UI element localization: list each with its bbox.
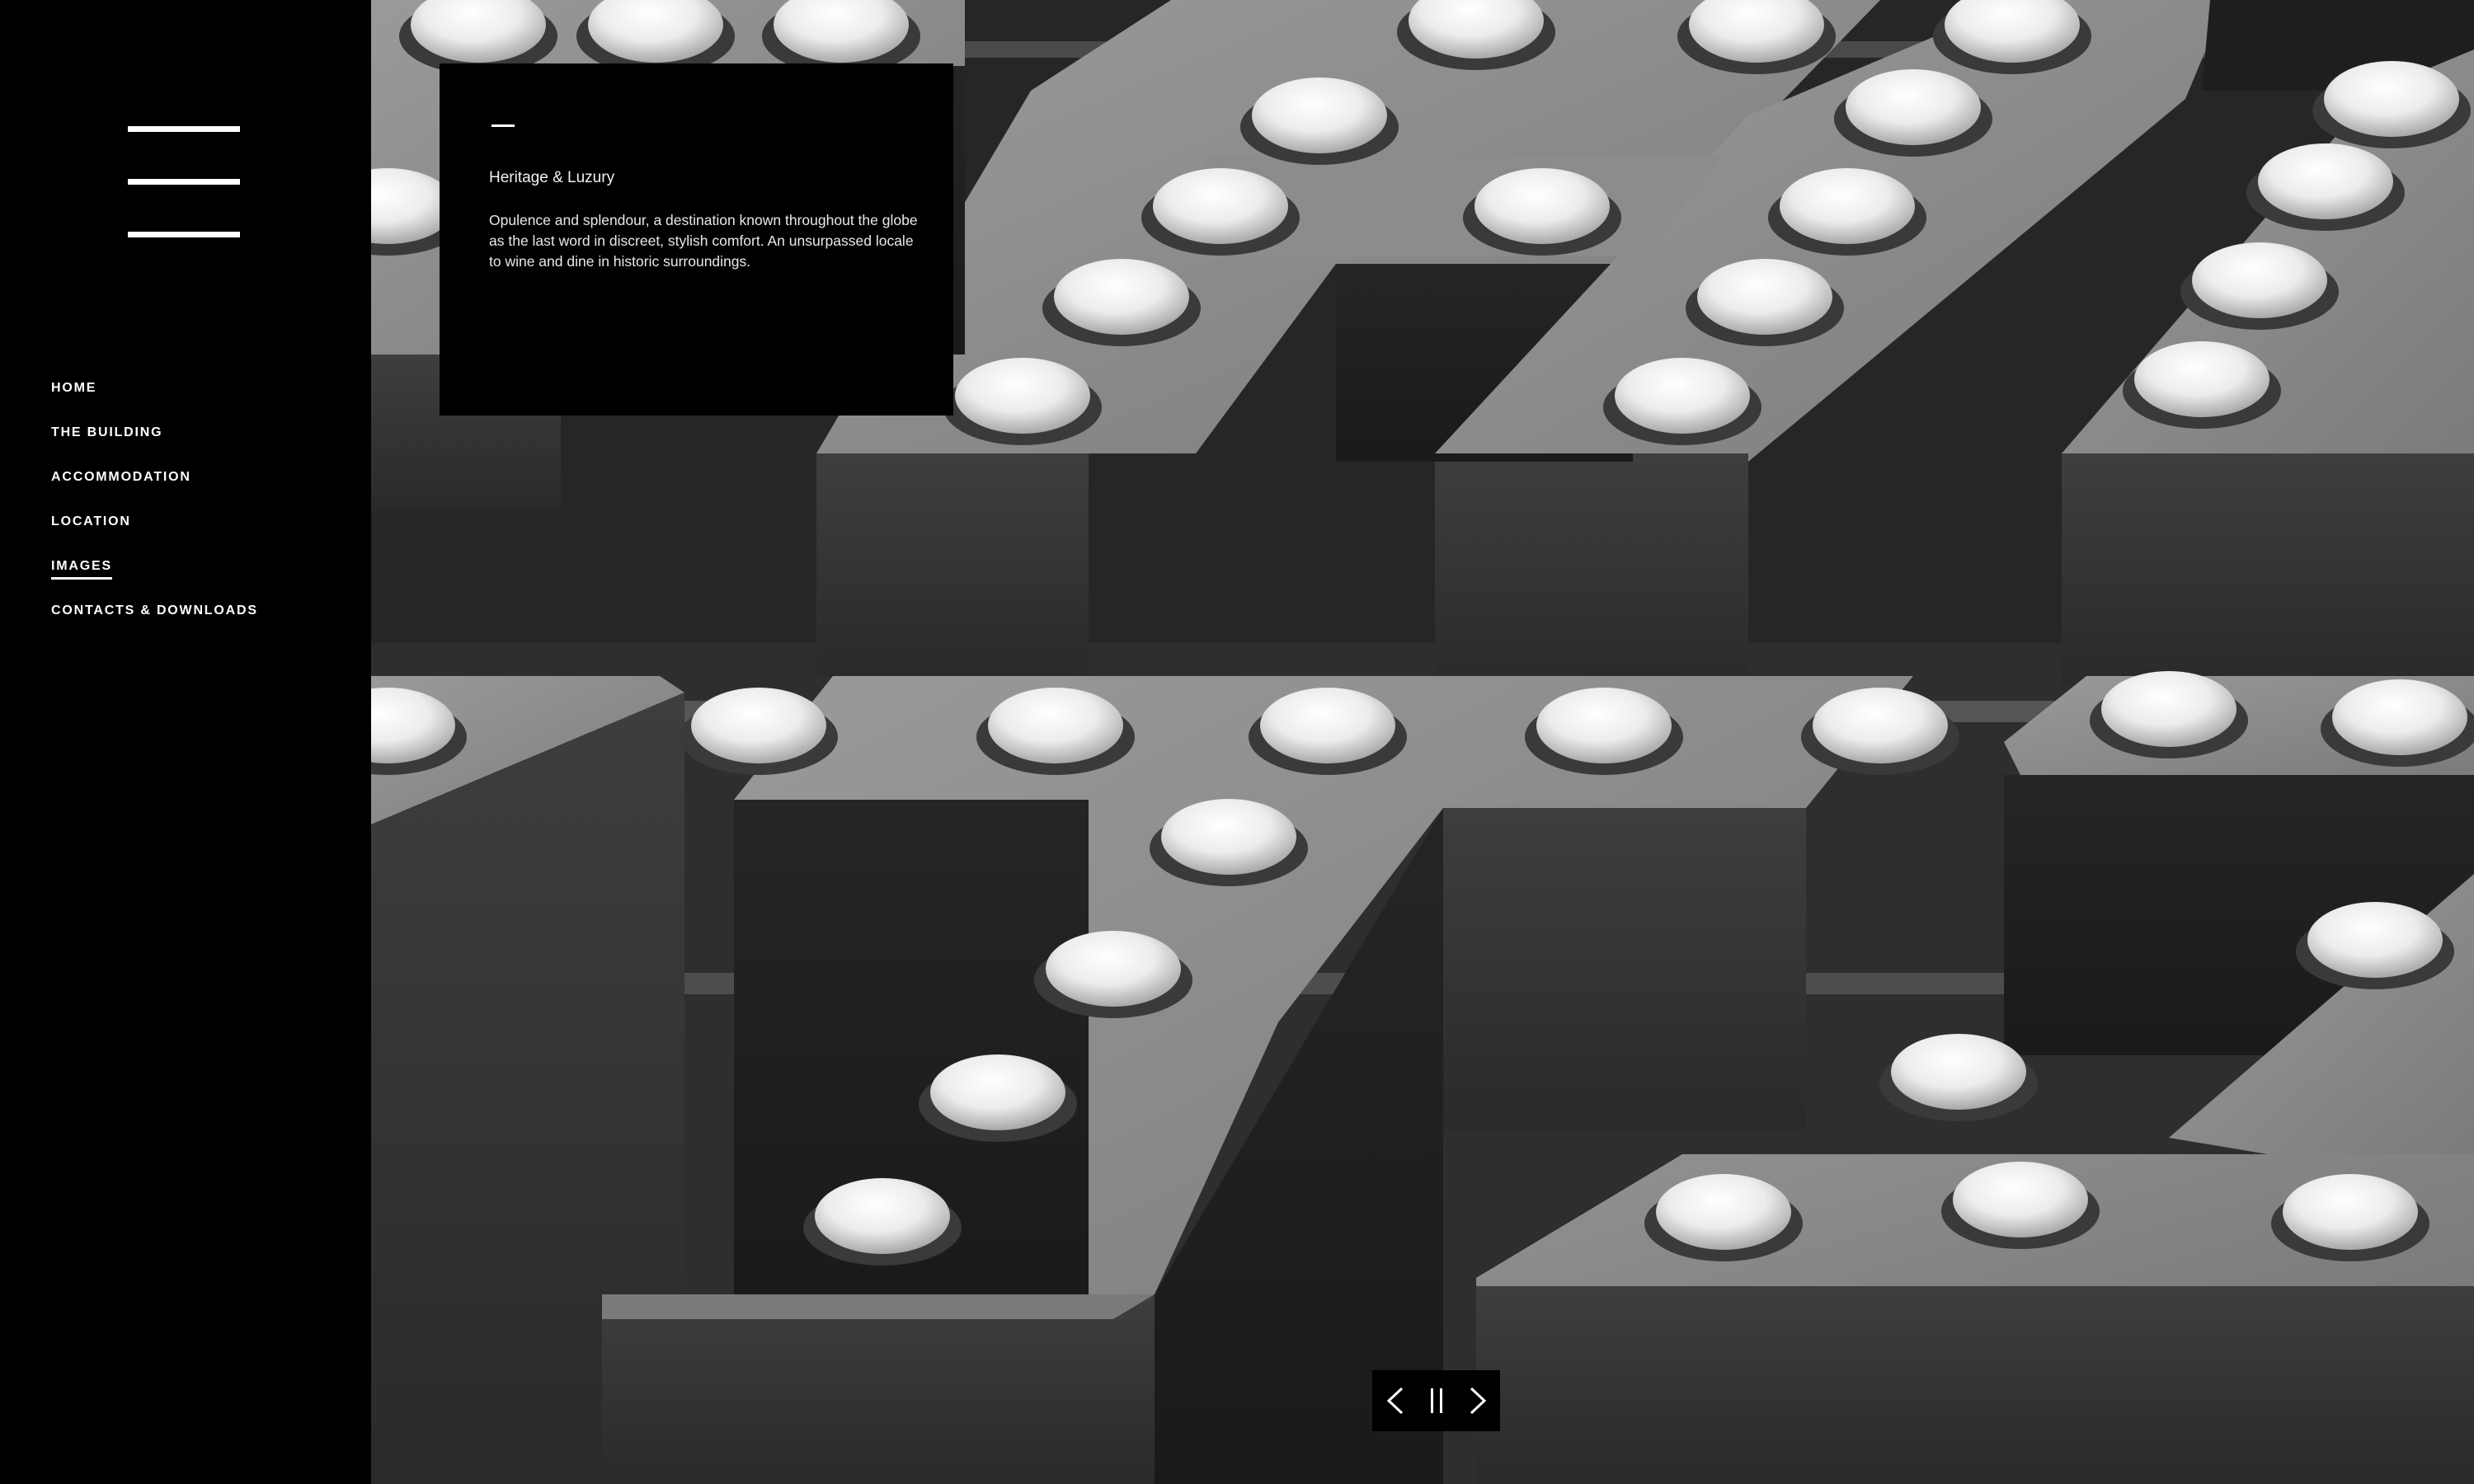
light-bulb (1153, 168, 1288, 244)
nav-item-images: IMAGES (51, 559, 258, 603)
light-bulb (1953, 1162, 2088, 1237)
hamburger-menu-icon[interactable] (128, 124, 240, 239)
menu-line (128, 179, 240, 185)
light-bulb (2192, 242, 2327, 318)
light-bulb (2332, 679, 2467, 755)
pause-icon[interactable] (1422, 1384, 1451, 1417)
light-bulb (1813, 688, 1948, 763)
light-bulb (1252, 77, 1387, 153)
light-bulb (1697, 259, 1832, 335)
light-bulb (2101, 671, 2236, 747)
nav-link-images[interactable]: IMAGES (51, 559, 112, 580)
light-bulb (1891, 1034, 2026, 1110)
nav-link-the-building[interactable]: THE BUILDING (51, 425, 162, 444)
nav-item-home: HOME (51, 381, 258, 425)
nav-item-the-building: THE BUILDING (51, 425, 258, 470)
light-bulb (2324, 61, 2459, 137)
light-bulb (1260, 688, 1395, 763)
light-bulb (2307, 902, 2443, 978)
light-bulb (2134, 341, 2269, 417)
main-nav: HOME THE BUILDING ACCOMMODATION LOCATION… (51, 381, 258, 648)
nav-item-contacts-downloads: CONTACTS & DOWNLOADS (51, 603, 258, 648)
light-bulb (1615, 358, 1750, 434)
info-card: Heritage & Luzury Opulence and splendour… (440, 63, 953, 416)
light-bulb (988, 688, 1123, 763)
light-bulb (1054, 259, 1189, 335)
chevron-left-icon[interactable] (1380, 1384, 1410, 1417)
card-dash-decoration (492, 124, 515, 127)
nav-item-location: LOCATION (51, 514, 258, 559)
light-bulb (1046, 931, 1181, 1007)
light-bulb (955, 358, 1090, 434)
nav-link-location[interactable]: LOCATION (51, 514, 131, 533)
nav-link-accommodation[interactable]: ACCOMMODATION (51, 470, 191, 488)
light-bulb (2283, 1174, 2418, 1250)
nav-item-accommodation: ACCOMMODATION (51, 470, 258, 514)
page: HOME THE BUILDING ACCOMMODATION LOCATION… (0, 0, 2474, 1484)
menu-line (128, 126, 240, 132)
light-bulb (1161, 799, 1296, 875)
light-bulb (1656, 1174, 1791, 1250)
slideshow-controls (1372, 1370, 1500, 1431)
light-bulb (1475, 168, 1610, 244)
light-bulb (2258, 143, 2393, 219)
menu-line (128, 232, 240, 237)
light-bulb (930, 1054, 1065, 1130)
light-bulb (1846, 69, 1981, 145)
chevron-right-icon[interactable] (1463, 1384, 1493, 1417)
card-description: Opulence and splendour, a destination kn… (489, 212, 918, 270)
light-bulb (815, 1178, 950, 1254)
nav-link-contacts-downloads[interactable]: CONTACTS & DOWNLOADS (51, 603, 258, 622)
sidebar: HOME THE BUILDING ACCOMMODATION LOCATION… (0, 0, 371, 1484)
light-bulb (691, 688, 826, 763)
nav-link-home[interactable]: HOME (51, 381, 96, 399)
light-bulb (1780, 168, 1915, 244)
light-bulb (1536, 688, 1672, 763)
card-title: Heritage & Luzury (489, 169, 615, 186)
